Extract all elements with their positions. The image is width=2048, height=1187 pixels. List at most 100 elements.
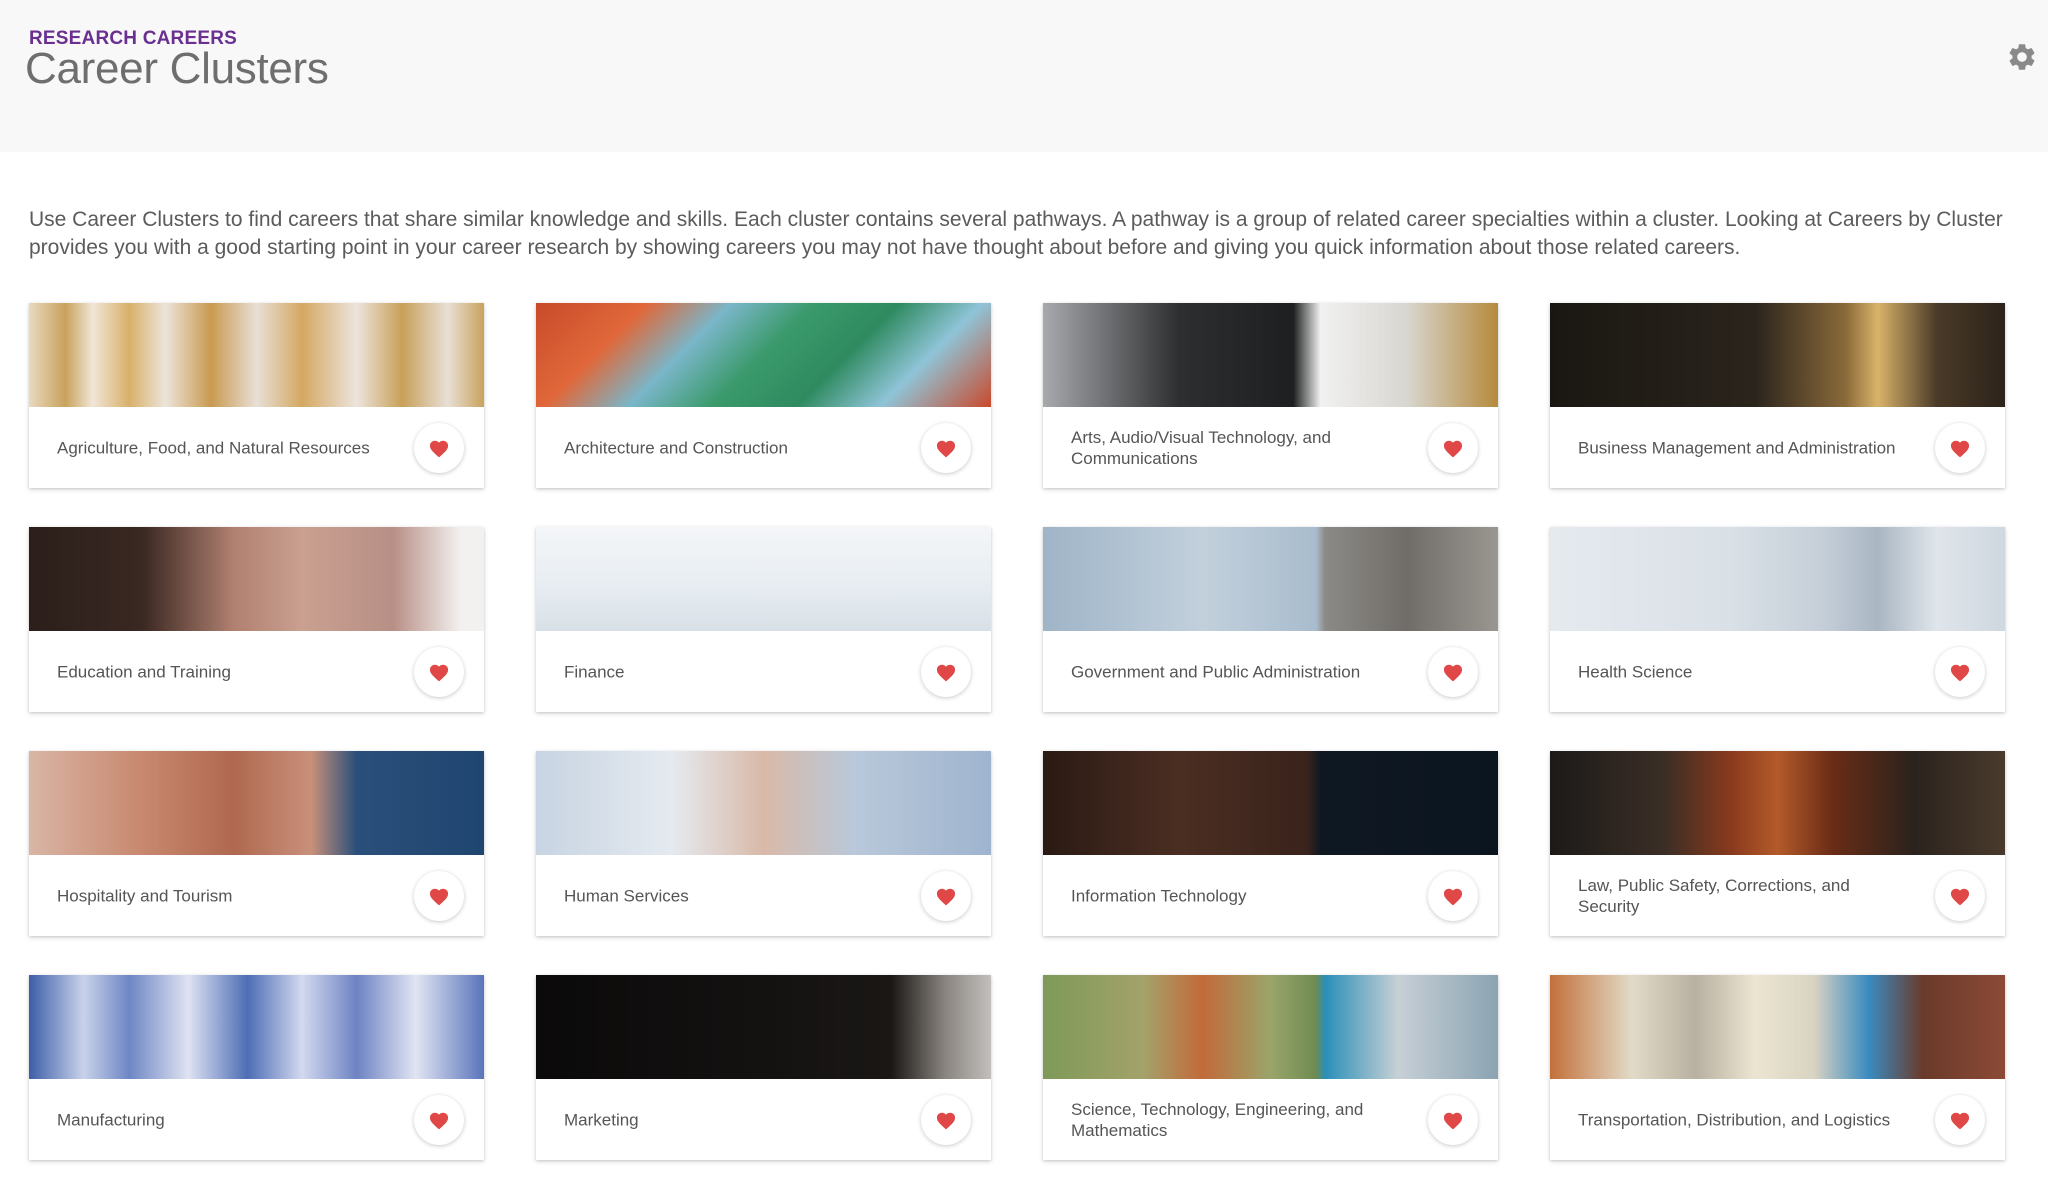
heart-icon: [1442, 1110, 1464, 1130]
heart-icon: [428, 1110, 450, 1130]
cluster-card-footer: Arts, Audio/Visual Technology, and Commu…: [1043, 407, 1498, 488]
favorite-button[interactable]: [414, 646, 464, 697]
cluster-card-footer: Architecture and Construction: [536, 407, 991, 488]
favorite-button[interactable]: [1935, 646, 1985, 697]
cluster-label: Health Science: [1578, 662, 1693, 681]
heart-icon: [428, 662, 450, 682]
cluster-label: Hospitality and Tourism: [57, 886, 233, 905]
cluster-card[interactable]: Architecture and Construction: [536, 303, 991, 488]
cluster-card[interactable]: Law, Public Safety, Corrections, and Sec…: [1550, 751, 2005, 936]
heart-icon: [935, 438, 957, 458]
cluster-card[interactable]: Manufacturing: [29, 975, 484, 1160]
cluster-card[interactable]: Transportation, Distribution, and Logist…: [1550, 975, 2005, 1160]
cluster-image: [29, 975, 484, 1079]
intro-text: Use Career Clusters to find careers that…: [29, 208, 2003, 259]
cluster-image: [29, 751, 484, 855]
cluster-label: Business Management and Administration: [1578, 438, 1896, 457]
favorite-button[interactable]: [921, 646, 971, 697]
cluster-image: [1550, 751, 2005, 855]
favorite-button[interactable]: [921, 870, 971, 921]
cluster-label: Law, Public Safety, Corrections, and Sec…: [1578, 875, 1850, 916]
favorite-button[interactable]: [1935, 1094, 1985, 1145]
heart-icon: [1949, 662, 1971, 682]
cluster-image: [29, 303, 484, 407]
favorite-button[interactable]: [1935, 870, 1985, 921]
favorite-button[interactable]: [414, 422, 464, 473]
cluster-label: Education and Training: [57, 662, 231, 681]
favorite-button[interactable]: [921, 422, 971, 473]
cluster-image: [1550, 975, 2005, 1079]
favorite-button[interactable]: [1428, 1094, 1478, 1145]
cluster-card[interactable]: Business Management and Administration: [1550, 303, 2005, 488]
heart-icon: [1442, 438, 1464, 458]
cluster-label: Agriculture, Food, and Natural Resources: [57, 438, 370, 457]
cluster-image: [1550, 527, 2005, 631]
cluster-card[interactable]: Marketing: [536, 975, 991, 1160]
favorite-button[interactable]: [1428, 422, 1478, 473]
heart-icon: [1949, 886, 1971, 906]
cluster-card-footer: Government and Public Administration: [1043, 631, 1498, 712]
cluster-card-footer: Education and Training: [29, 631, 484, 712]
cluster-card-footer: Business Management and Administration: [1550, 407, 2005, 488]
cluster-card[interactable]: Information Technology: [1043, 751, 1498, 936]
cluster-label: Finance: [564, 662, 625, 681]
cluster-image: [1550, 303, 2005, 407]
cluster-card-footer: Finance: [536, 631, 991, 712]
cluster-card-footer: Science, Technology, Engineering, and Ma…: [1043, 1079, 1498, 1160]
heart-icon: [1442, 662, 1464, 682]
cluster-image: [1043, 527, 1498, 631]
cluster-image: [1043, 303, 1498, 407]
cluster-card-footer: Hospitality and Tourism: [29, 855, 484, 936]
heart-icon: [428, 438, 450, 458]
cluster-image: [1043, 751, 1498, 855]
cluster-label: Human Services: [564, 886, 689, 905]
cluster-label: Architecture and Construction: [564, 438, 788, 457]
cluster-label: Arts, Audio/Visual Technology, and Commu…: [1071, 427, 1331, 468]
cluster-card[interactable]: Finance: [536, 527, 991, 712]
cluster-image: [536, 751, 991, 855]
heart-icon: [1949, 1110, 1971, 1130]
cluster-card-footer: Law, Public Safety, Corrections, and Sec…: [1550, 855, 2005, 936]
heart-icon: [428, 886, 450, 906]
cluster-card[interactable]: Human Services: [536, 751, 991, 936]
cluster-image: [536, 303, 991, 407]
cluster-label: Government and Public Administration: [1071, 662, 1361, 681]
cluster-image: [1043, 975, 1498, 1079]
cluster-card-footer: Marketing: [536, 1079, 991, 1160]
cluster-card[interactable]: Agriculture, Food, and Natural Resources: [29, 303, 484, 488]
cluster-card[interactable]: Government and Public Administration: [1043, 527, 1498, 712]
cluster-label: Marketing: [564, 1110, 639, 1129]
heart-icon: [1442, 886, 1464, 906]
page-title: Career Clusters: [25, 44, 329, 93]
cluster-image: [536, 975, 991, 1079]
cluster-label: Manufacturing: [57, 1110, 165, 1129]
cluster-label: Transportation, Distribution, and Logist…: [1578, 1110, 1891, 1129]
cluster-card[interactable]: Health Science: [1550, 527, 2005, 712]
cluster-grid: Agriculture, Food, and Natural Resources…: [29, 303, 2007, 1160]
favorite-button[interactable]: [414, 1094, 464, 1145]
favorite-button[interactable]: [921, 1094, 971, 1145]
heart-icon: [1949, 438, 1971, 458]
favorite-button[interactable]: [1935, 422, 1985, 473]
favorite-button[interactable]: [414, 870, 464, 921]
cluster-card-footer: Information Technology: [1043, 855, 1498, 936]
cluster-image: [29, 527, 484, 631]
cluster-card-footer: Human Services: [536, 855, 991, 936]
cluster-image: [536, 527, 991, 631]
cluster-card-footer: Manufacturing: [29, 1079, 484, 1160]
page-header: RESEARCH CAREERS Career Clusters: [0, 0, 2048, 152]
cluster-card-footer: Health Science: [1550, 631, 2005, 712]
cluster-card[interactable]: Science, Technology, Engineering, and Ma…: [1043, 975, 1498, 1160]
cluster-card-footer: Transportation, Distribution, and Logist…: [1550, 1079, 2005, 1160]
heart-icon: [935, 1110, 957, 1130]
heart-icon: [935, 662, 957, 682]
heart-icon: [935, 886, 957, 906]
favorite-button[interactable]: [1428, 646, 1478, 697]
cluster-card[interactable]: Arts, Audio/Visual Technology, and Commu…: [1043, 303, 1498, 488]
cluster-card[interactable]: Education and Training: [29, 527, 484, 712]
cluster-label: Information Technology: [1071, 886, 1247, 905]
cluster-card[interactable]: Hospitality and Tourism: [29, 751, 484, 936]
cluster-card-footer: Agriculture, Food, and Natural Resources: [29, 407, 484, 488]
gear-icon[interactable]: [2006, 41, 2038, 73]
favorite-button[interactable]: [1428, 870, 1478, 921]
